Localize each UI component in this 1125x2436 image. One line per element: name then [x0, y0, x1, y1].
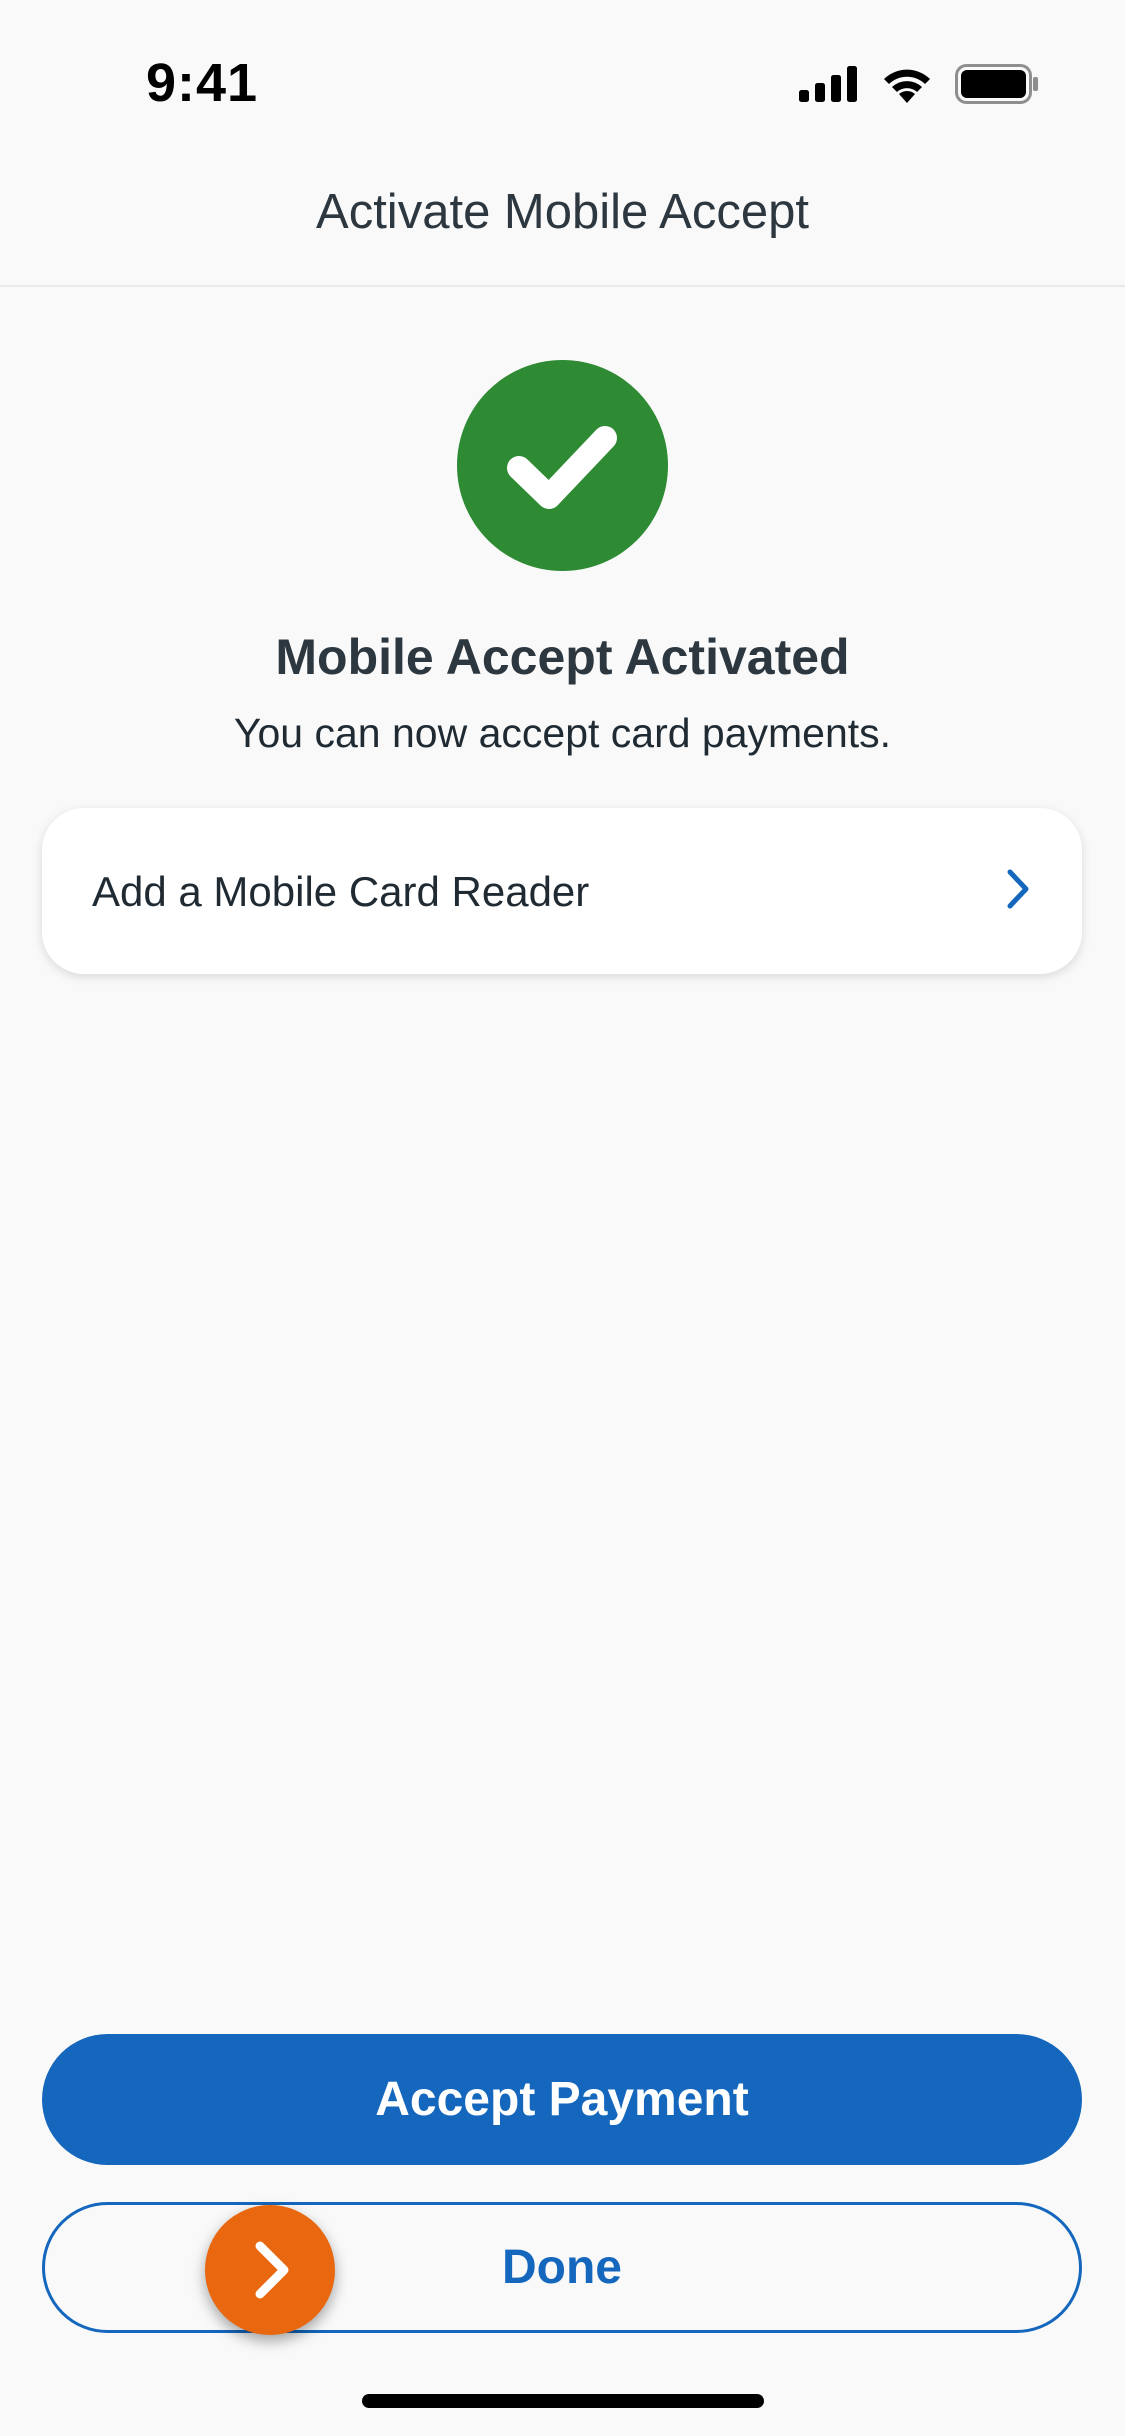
page-title: Activate Mobile Accept: [316, 185, 809, 239]
success-title: Mobile Accept Activated: [275, 629, 850, 685]
success-subtitle: You can now accept card payments.: [233, 710, 892, 756]
done-button[interactable]: Done: [42, 2202, 1082, 2333]
home-indicator[interactable]: [362, 2394, 764, 2408]
add-card-reader-label: Add a Mobile Card Reader: [92, 868, 590, 915]
chevron-right-icon: [1004, 866, 1032, 917]
status-icons: [799, 64, 1039, 104]
status-bar: 9:41: [0, 0, 1125, 150]
accept-payment-button[interactable]: Accept Payment: [42, 2034, 1082, 2165]
floating-action-button[interactable]: [205, 2205, 335, 2335]
status-time: 9:41: [146, 53, 259, 113]
navigation-bar: Activate Mobile Accept: [0, 150, 1125, 287]
battery-icon: [955, 64, 1038, 104]
cellular-signal-icon: [799, 66, 857, 102]
checkmark-icon: [457, 360, 668, 571]
add-mobile-card-reader-row[interactable]: Add a Mobile Card Reader: [42, 808, 1082, 974]
chevron-right-icon: [255, 2241, 289, 2299]
wifi-icon: [884, 69, 930, 103]
